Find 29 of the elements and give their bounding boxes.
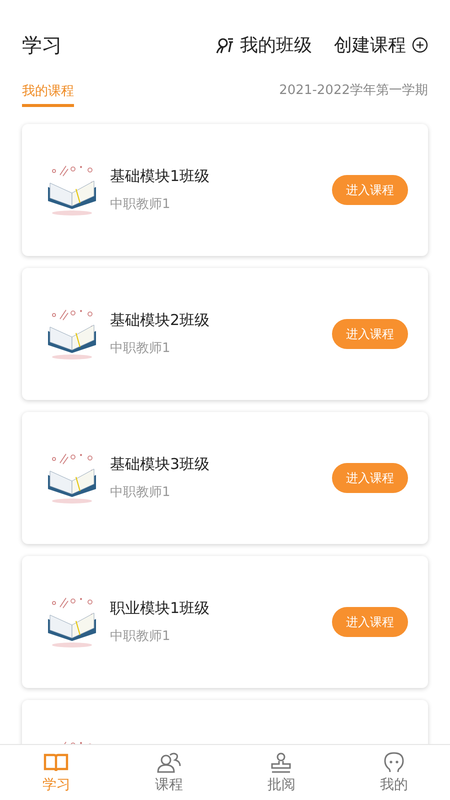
teacher-name: 中职教师1 [110, 340, 172, 357]
nav-tab[interactable]: 我的 [338, 745, 450, 800]
enter-course-button[interactable]: 进入课程 [332, 607, 408, 637]
course-tab[interactable]: 我的课程 [22, 84, 74, 107]
my-class-link[interactable]: 我的班级 [240, 33, 312, 57]
course-card[interactable]: 基础模块2班级 中职教师1 进入课程 [22, 268, 428, 400]
nav-tab[interactable]: 学习 [0, 745, 112, 800]
nav-tab[interactable]: 批阅 [225, 745, 338, 800]
teacher-name: 中职教师1 [110, 484, 172, 501]
create-course-link[interactable]: 创建课程 [334, 33, 406, 57]
course-name: 职业模块1班级 [110, 599, 211, 618]
teacher-name: 中职教师1 [110, 628, 172, 645]
course-card[interactable]: 基础模块1班级 中职教师1 进入课程 [22, 124, 428, 256]
people-icon [156, 752, 182, 774]
person-icon[interactable] [216, 36, 234, 54]
course-name: 基础模块1班级 [110, 167, 211, 186]
course-card[interactable]: 基础模块3班级 中职教师1 进入课程 [22, 412, 428, 544]
book-icon [43, 752, 70, 774]
enter-course-button[interactable]: 进入课程 [332, 319, 408, 349]
enter-course-button[interactable]: 进入课程 [332, 175, 408, 205]
add-icon[interactable] [412, 37, 428, 53]
course-card[interactable]: 职业模块1班级 中职教师1 进入课程 [22, 556, 428, 688]
page-title: 学习 [22, 32, 63, 58]
course-name: 基础模块3班级 [110, 455, 211, 474]
enter-course-button[interactable]: 进入课程 [332, 463, 408, 493]
nav-tab[interactable]: 课程 [112, 745, 225, 800]
teacher-name: 中职教师1 [110, 196, 172, 213]
term-label: 2021-2022学年第一学期 [279, 82, 428, 99]
course-name: 基础模块2班级 [110, 311, 211, 330]
